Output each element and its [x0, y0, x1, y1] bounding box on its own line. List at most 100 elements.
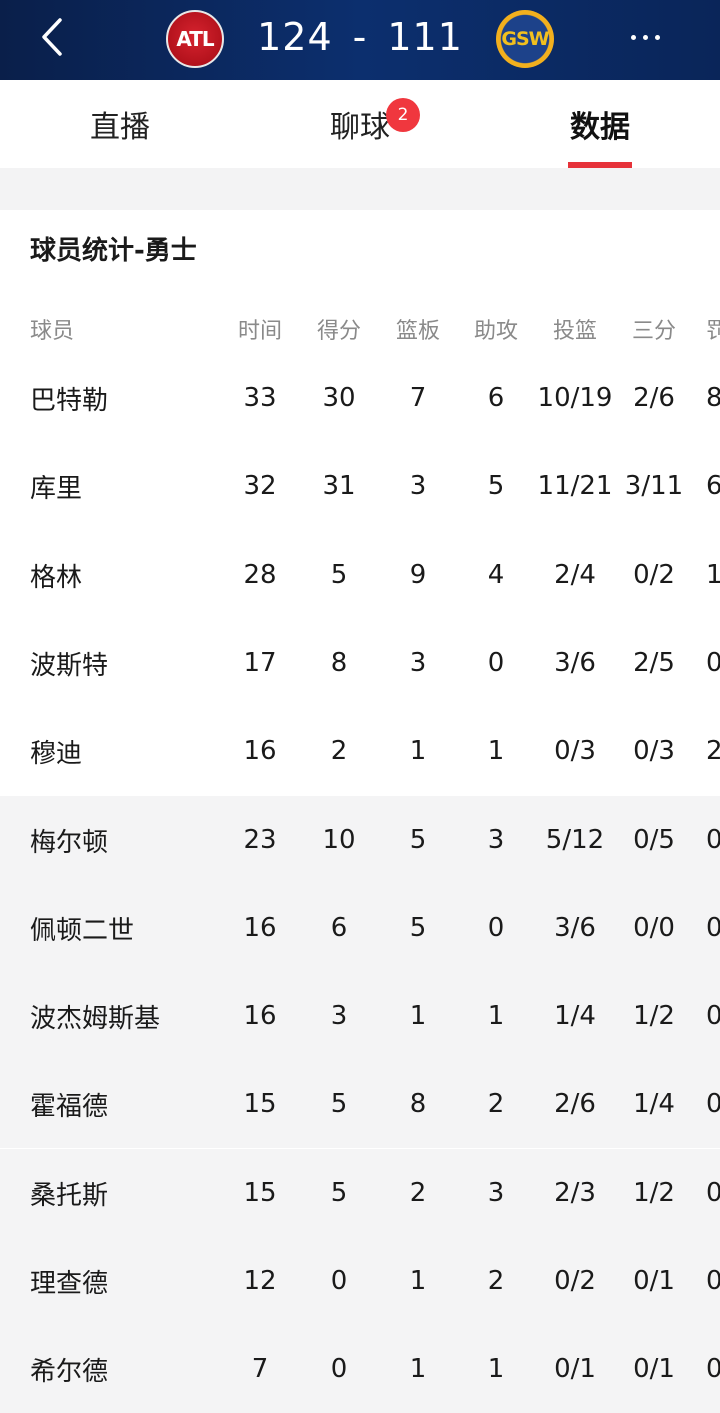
- stat-points: 6: [330, 913, 348, 943]
- stat-points: 10: [322, 825, 356, 855]
- stat-minutes: 16: [243, 913, 277, 943]
- more-button[interactable]: [620, 20, 670, 54]
- col-header-assists[interactable]: 助攻: [458, 305, 534, 353]
- stat-points: 0: [330, 1354, 348, 1384]
- col-header-points[interactable]: 得分: [301, 305, 377, 353]
- away-team-logo[interactable]: GSW: [496, 10, 554, 68]
- stat-rebounds: 2: [409, 1178, 427, 1208]
- back-button[interactable]: [32, 12, 72, 62]
- stat-field-goals: 2/4: [554, 560, 596, 590]
- player-name: 梅尔顿: [30, 827, 109, 858]
- player-name: 巴特勒: [30, 385, 109, 416]
- stat-field-goals: 0/2: [554, 1266, 596, 1296]
- player-row[interactable]: 库里 32 31 3 5 11/21 3/11 6: [0, 442, 720, 530]
- player-row[interactable]: 格林 28 5 9 4 2/4 0/2 1: [0, 531, 720, 619]
- player-name: 波斯特: [30, 650, 109, 681]
- stat-free-throws: 0: [706, 825, 720, 855]
- col-header-minutes[interactable]: 时间: [222, 305, 298, 353]
- tab-live[interactable]: 直播: [60, 80, 180, 168]
- stat-rebounds: 3: [409, 648, 427, 678]
- score-separator: -: [352, 15, 368, 59]
- scoreboard: 124 - 111: [257, 12, 463, 62]
- stat-three-pointers: 1/4: [633, 1089, 675, 1119]
- player-name: 佩顿二世: [30, 915, 135, 946]
- stat-field-goals: 5/12: [545, 825, 605, 855]
- col-header-field-goals[interactable]: 投篮: [534, 305, 616, 353]
- tab-data[interactable]: 数据: [540, 80, 660, 168]
- stat-minutes: 23: [243, 825, 277, 855]
- stat-assists: 6: [487, 383, 505, 413]
- stat-points: 2: [330, 736, 348, 766]
- stat-assists: 4: [487, 560, 505, 590]
- stat-minutes: 32: [243, 471, 277, 501]
- stat-minutes: 7: [251, 1354, 269, 1384]
- stat-points: 5: [330, 1089, 348, 1119]
- stat-three-pointers: 0/1: [633, 1266, 675, 1296]
- stat-field-goals: 0/1: [554, 1354, 596, 1384]
- stat-field-goals: 2/3: [554, 1178, 596, 1208]
- player-name: 希尔德: [30, 1356, 109, 1387]
- stat-free-throws: 0: [706, 1001, 720, 1031]
- stat-three-pointers: 0/2: [633, 560, 675, 590]
- more-dots-icon: [630, 34, 636, 40]
- stat-rebounds: 9: [409, 560, 427, 590]
- col-header-three-pointers[interactable]: 三分: [616, 305, 692, 353]
- stat-points: 0: [330, 1266, 348, 1296]
- stat-minutes: 28: [243, 560, 277, 590]
- player-row[interactable]: 波杰姆斯基 16 3 1 1 1/4 1/2 0: [0, 972, 720, 1060]
- player-row[interactable]: 希尔德 7 0 1 1 0/1 0/1 0: [0, 1325, 720, 1413]
- stat-minutes: 16: [243, 736, 277, 766]
- stat-rebounds: 7: [409, 383, 427, 413]
- stat-assists: 3: [487, 1178, 505, 1208]
- col-header-rebounds[interactable]: 篮板: [380, 305, 456, 353]
- stat-field-goals: 11/21: [537, 471, 613, 501]
- player-row[interactable]: 理查德 12 0 1 2 0/2 0/1 0: [0, 1237, 720, 1325]
- stat-three-pointers: 2/6: [633, 383, 675, 413]
- player-row[interactable]: 穆迪 16 2 1 1 0/3 0/3 2: [0, 707, 720, 795]
- stat-minutes: 33: [243, 383, 277, 413]
- stat-free-throws: 6: [706, 471, 720, 501]
- player-name: 霍福德: [30, 1091, 109, 1122]
- chevron-left-icon: [42, 18, 62, 56]
- stat-assists: 5: [487, 471, 505, 501]
- stat-rebounds: 1: [409, 736, 427, 766]
- player-name: 桑托斯: [30, 1180, 109, 1211]
- player-row[interactable]: 梅尔顿 23 10 5 3 5/12 0/5 0: [0, 796, 720, 884]
- stat-three-pointers: 2/5: [633, 648, 675, 678]
- stat-points: 30: [322, 383, 356, 413]
- stat-assists: 1: [487, 1001, 505, 1031]
- stat-free-throws: 0: [706, 1178, 720, 1208]
- stat-rebounds: 5: [409, 913, 427, 943]
- home-team-logo[interactable]: ATL: [166, 10, 224, 68]
- stat-points: 5: [330, 560, 348, 590]
- player-row[interactable]: 桑托斯 15 5 2 3 2/3 1/2 0: [0, 1149, 720, 1237]
- player-name: 穆迪: [30, 738, 83, 769]
- player-row[interactable]: 巴特勒 33 30 7 6 10/19 2/6 8: [0, 354, 720, 442]
- player-name: 格林: [30, 562, 83, 593]
- stat-three-pointers: 3/11: [624, 471, 684, 501]
- col-header-free-throws[interactable]: 罚: [706, 305, 720, 353]
- stat-points: 8: [330, 648, 348, 678]
- away-score: 111: [387, 15, 463, 59]
- player-row[interactable]: 波斯特 17 8 3 0 3/6 2/5 0: [0, 619, 720, 707]
- section-divider: [0, 168, 720, 210]
- chat-notification-badge: 2: [386, 98, 420, 132]
- player-name: 理查德: [30, 1268, 109, 1299]
- stat-free-throws: 2: [706, 736, 720, 766]
- stat-assists: 0: [487, 648, 505, 678]
- stat-minutes: 17: [243, 648, 277, 678]
- stat-assists: 2: [487, 1266, 505, 1296]
- player-row[interactable]: 佩顿二世 16 6 5 0 3/6 0/0 0: [0, 884, 720, 972]
- stat-points: 5: [330, 1178, 348, 1208]
- stat-three-pointers: 1/2: [633, 1178, 675, 1208]
- stat-minutes: 12: [243, 1266, 277, 1296]
- stat-free-throws: 0: [706, 648, 720, 678]
- section-title: 球员统计-勇士: [30, 236, 197, 266]
- stat-assists: 0: [487, 913, 505, 943]
- stat-field-goals: 3/6: [554, 913, 596, 943]
- game-header: ATL 124 - 111 GSW: [0, 0, 720, 80]
- stat-points: 3: [330, 1001, 348, 1031]
- player-row[interactable]: 霍福德 15 5 8 2 2/6 1/4 0: [0, 1060, 720, 1148]
- stat-rebounds: 8: [409, 1089, 427, 1119]
- stat-three-pointers: 0/5: [633, 825, 675, 855]
